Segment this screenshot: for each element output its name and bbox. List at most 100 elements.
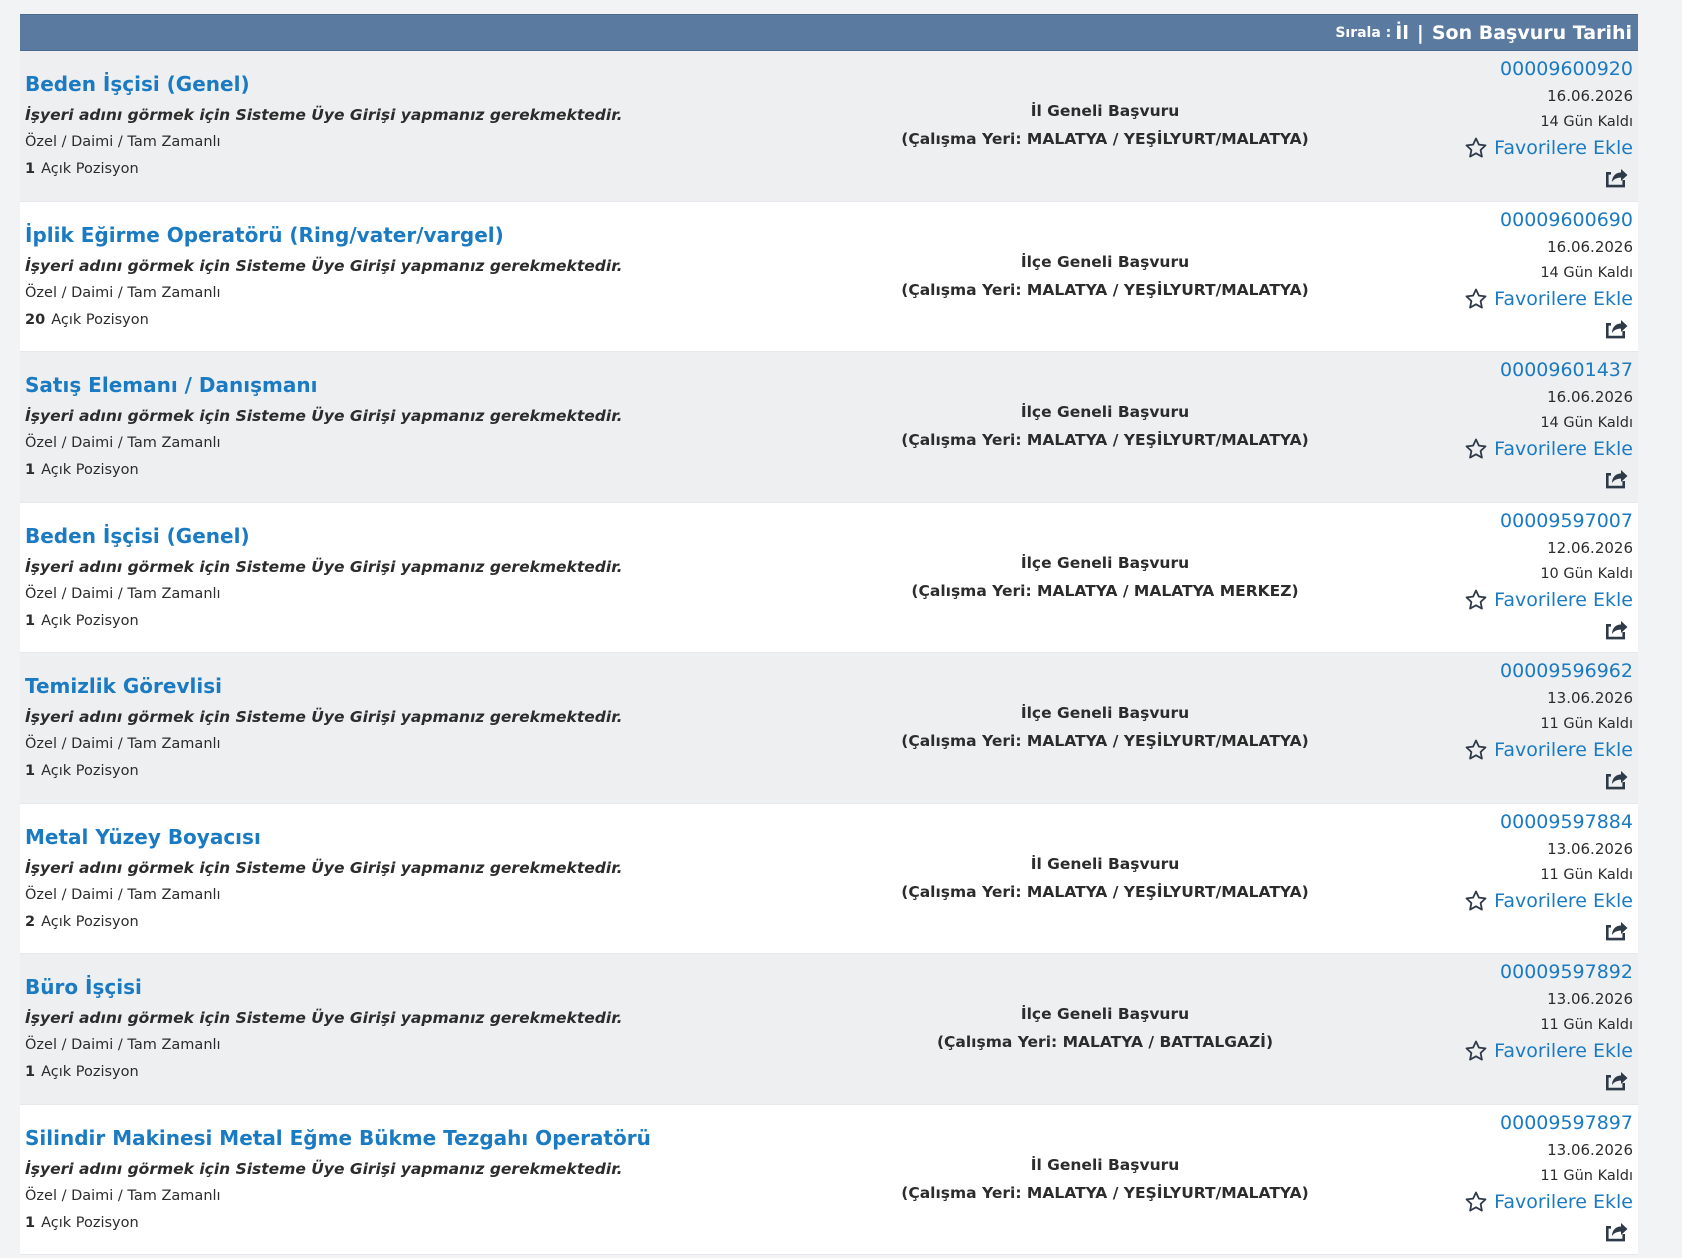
job-type: Özel / Daimi / Tam Zamanlı bbox=[25, 1187, 221, 1204]
share-button[interactable] bbox=[1464, 165, 1633, 189]
job-title-link[interactable]: Satış Elemanı / Danışmanı bbox=[25, 372, 623, 398]
share-button[interactable] bbox=[1464, 918, 1633, 942]
add-to-favorites-button[interactable]: Favorilere Ekle bbox=[1464, 436, 1633, 462]
share-icon bbox=[1606, 470, 1628, 489]
employer-login-note: İşyeri adını görmek için Sisteme Üye Gir… bbox=[25, 858, 623, 877]
application-info: İl Geneli Başvuru (Çalışma Yeri: MALATYA… bbox=[820, 101, 1390, 149]
job-row: Büro İşçisi İşyeri adını görmek için Sis… bbox=[20, 954, 1638, 1105]
listing-meta: 00009597007 12.06.2026 10 Gün Kaldı Favo… bbox=[1464, 509, 1633, 641]
application-scope: İlçe Geneli Başvuru bbox=[1020, 403, 1190, 421]
listing-number-link[interactable]: 00009596962 bbox=[1464, 659, 1633, 683]
open-positions: 1 Açık Pozisyon bbox=[25, 159, 623, 179]
job-title-link[interactable]: Silindir Makinesi Metal Eğme Bükme Tezga… bbox=[25, 1125, 651, 1151]
open-positions: 1 Açık Pozisyon bbox=[25, 761, 623, 781]
listing-meta: 00009597897 13.06.2026 11 Gün Kaldı Favo… bbox=[1464, 1111, 1633, 1243]
listing-number-link[interactable]: 00009601437 bbox=[1464, 358, 1633, 382]
listing-meta: 00009597892 13.06.2026 11 Gün Kaldı Favo… bbox=[1464, 960, 1633, 1092]
share-icon bbox=[1606, 620, 1628, 639]
sort-by-deadline-link[interactable]: Son Başvuru Tarihi bbox=[1432, 22, 1632, 44]
star-outline-icon bbox=[1465, 890, 1487, 910]
job-title-link[interactable]: İplik Eğirme Operatörü (Ring/vater/varge… bbox=[25, 222, 623, 248]
job-row: Satış Elemanı / Danışmanı İşyeri adını g… bbox=[20, 352, 1638, 503]
days-remaining: 11 Gün Kaldı bbox=[1540, 716, 1633, 732]
listing-number-link[interactable]: 00009597007 bbox=[1464, 509, 1633, 533]
star-outline-icon bbox=[1465, 739, 1487, 760]
application-scope: İl Geneli Başvuru bbox=[1030, 102, 1180, 120]
add-to-favorites-button[interactable]: Favorilere Ekle bbox=[1464, 888, 1633, 914]
share-button[interactable] bbox=[1464, 1219, 1633, 1243]
position-label: Açık Pozisyon bbox=[41, 462, 139, 478]
application-deadline: 16.06.2026 bbox=[1547, 388, 1633, 406]
share-button[interactable] bbox=[1464, 617, 1633, 641]
listing-number-link[interactable]: 00009600920 bbox=[1464, 57, 1633, 81]
share-icon bbox=[1606, 771, 1628, 790]
share-icon bbox=[1606, 319, 1628, 338]
workplace-location: (Çalışma Yeri: MALATYA / YEŞİLYURT/MALAT… bbox=[901, 130, 1309, 148]
job-summary: Büro İşçisi İşyeri adını görmek için Sis… bbox=[25, 974, 623, 1082]
position-count: 1 bbox=[25, 161, 36, 177]
application-deadline: 16.06.2026 bbox=[1547, 237, 1633, 256]
workplace-location: (Çalışma Yeri: MALATYA / YEŞİLYURT/MALAT… bbox=[901, 280, 1309, 299]
add-to-favorites-button[interactable]: Favorilere Ekle bbox=[1464, 1038, 1633, 1064]
application-deadline: 16.06.2026 bbox=[1547, 87, 1633, 105]
job-row: İplik Eğirme Operatörü (Ring/vater/varge… bbox=[20, 201, 1638, 352]
job-title-link[interactable]: Metal Yüzey Boyacısı bbox=[25, 824, 623, 850]
sort-separator: | bbox=[1416, 21, 1424, 44]
position-count: 1 bbox=[25, 462, 36, 478]
workplace-location: (Çalışma Yeri: MALATYA / YEŞİLYURT/MALAT… bbox=[901, 882, 1309, 901]
application-deadline: 13.06.2026 bbox=[1547, 1140, 1633, 1159]
listing-number-link[interactable]: 00009597897 bbox=[1464, 1111, 1633, 1135]
open-positions: 20 Açık Pozisyon bbox=[25, 310, 623, 330]
listing-meta: 00009600690 16.06.2026 14 Gün Kaldı Favo… bbox=[1464, 208, 1633, 340]
share-button[interactable] bbox=[1464, 767, 1633, 791]
days-remaining: 11 Gün Kaldı bbox=[1540, 1167, 1633, 1184]
workplace-location: (Çalışma Yeri: MALATYA / MALATYA MERKEZ) bbox=[911, 581, 1299, 600]
job-title-link[interactable]: Beden İşçisi (Genel) bbox=[25, 523, 623, 549]
job-summary: Metal Yüzey Boyacısı İşyeri adını görmek… bbox=[25, 824, 623, 932]
listing-number-link[interactable]: 00009597892 bbox=[1464, 960, 1633, 984]
employer-login-note: İşyeri adını görmek için Sisteme Üye Gir… bbox=[25, 256, 623, 275]
share-button[interactable] bbox=[1464, 1068, 1633, 1092]
share-button[interactable] bbox=[1464, 316, 1633, 340]
add-to-favorites-button[interactable]: Favorilere Ekle bbox=[1464, 587, 1633, 613]
share-icon bbox=[1606, 921, 1628, 940]
open-positions: 1 Açık Pozisyon bbox=[25, 611, 623, 631]
add-to-favorites-button[interactable]: Favorilere Ekle bbox=[1464, 286, 1633, 312]
share-button[interactable] bbox=[1464, 466, 1633, 490]
listing-meta: 00009601437 16.06.2026 14 Gün Kaldı Favo… bbox=[1464, 358, 1633, 490]
job-title-link[interactable]: Beden İşçisi (Genel) bbox=[25, 71, 623, 97]
add-to-favorites-label: Favorilere Ekle bbox=[1494, 438, 1633, 460]
listing-meta: 00009597884 13.06.2026 11 Gün Kaldı Favo… bbox=[1464, 810, 1633, 942]
star-outline-icon bbox=[1465, 288, 1487, 308]
days-remaining: 10 Gün Kaldı bbox=[1540, 565, 1633, 582]
add-to-favorites-label: Favorilere Ekle bbox=[1494, 588, 1633, 611]
open-positions: 1 Açık Pozisyon bbox=[25, 460, 623, 480]
position-label: Açık Pozisyon bbox=[41, 161, 139, 177]
job-summary: Satış Elemanı / Danışmanı İşyeri adını g… bbox=[25, 372, 623, 480]
employer-login-note: İşyeri adını görmek için Sisteme Üye Gir… bbox=[25, 557, 623, 576]
job-summary: Silindir Makinesi Metal Eğme Bükme Tezga… bbox=[25, 1125, 651, 1233]
job-type: Özel / Daimi / Tam Zamanlı bbox=[25, 1037, 221, 1053]
application-scope: İlçe Geneli Başvuru bbox=[1020, 252, 1190, 271]
add-to-favorites-button[interactable]: Favorilere Ekle bbox=[1464, 737, 1633, 763]
job-list: Beden İşçisi (Genel) İşyeri adını görmek… bbox=[20, 51, 1638, 1255]
days-remaining: 11 Gün Kaldı bbox=[1540, 1017, 1633, 1033]
job-row: Temizlik Görevlisi İşyeri adını görmek i… bbox=[20, 653, 1638, 804]
job-title-link[interactable]: Temizlik Görevlisi bbox=[25, 673, 623, 699]
position-label: Açık Pozisyon bbox=[41, 612, 139, 629]
job-type: Özel / Daimi / Tam Zamanlı bbox=[25, 585, 221, 602]
employer-login-note: İşyeri adını görmek için Sisteme Üye Gir… bbox=[25, 407, 623, 425]
application-info: İlçe Geneli Başvuru (Çalışma Yeri: MALAT… bbox=[820, 402, 1390, 450]
star-outline-icon bbox=[1465, 589, 1487, 609]
sort-by-province-link[interactable]: İl bbox=[1395, 22, 1409, 44]
add-to-favorites-button[interactable]: Favorilere Ekle bbox=[1464, 135, 1633, 161]
listing-number-link[interactable]: 00009600690 bbox=[1464, 208, 1633, 232]
add-to-favorites-button[interactable]: Favorilere Ekle bbox=[1464, 1189, 1633, 1215]
application-info: İlçe Geneli Başvuru (Çalışma Yeri: MALAT… bbox=[820, 1004, 1390, 1052]
job-row: Beden İşçisi (Genel) İşyeri adını görmek… bbox=[20, 502, 1638, 653]
listing-number-link[interactable]: 00009597884 bbox=[1464, 810, 1633, 834]
job-title-link[interactable]: Büro İşçisi bbox=[25, 974, 623, 1000]
application-deadline: 13.06.2026 bbox=[1547, 990, 1633, 1008]
share-icon bbox=[1606, 1222, 1628, 1241]
job-listings-panel: Sırala : İl | Son Başvuru Tarihi Beden İ… bbox=[20, 14, 1638, 1258]
